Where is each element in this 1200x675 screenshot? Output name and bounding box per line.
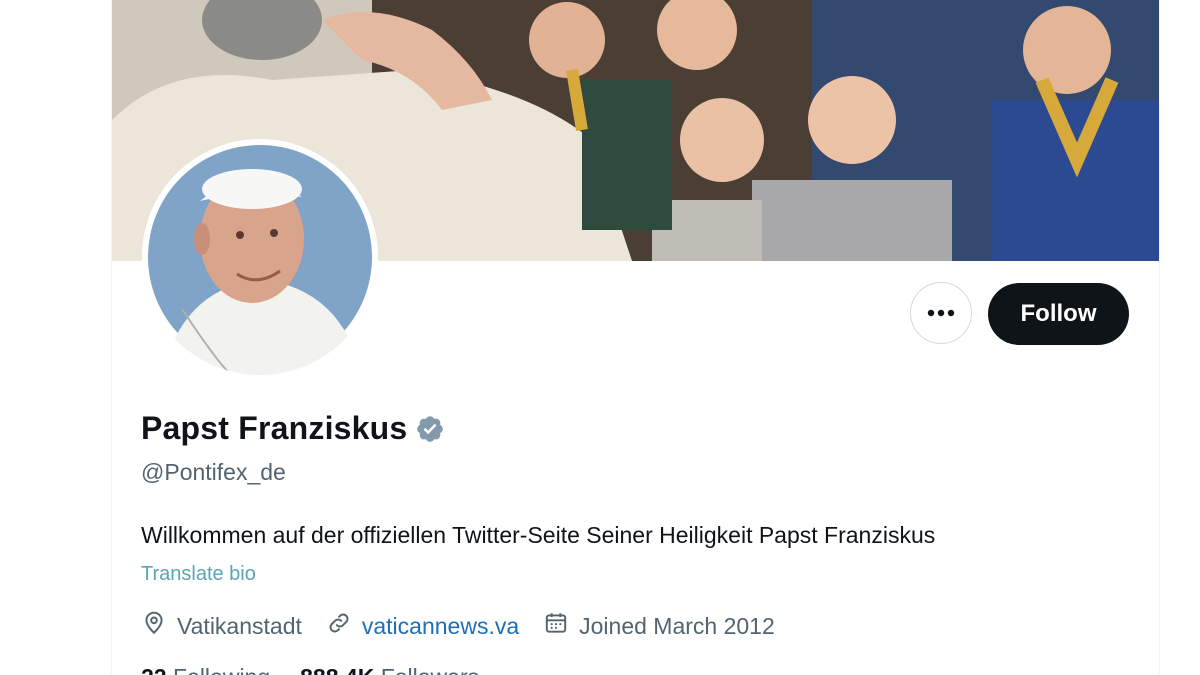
location-item: Vatikanstadt (141, 610, 302, 642)
following-stat[interactable]: 22 Following (141, 664, 270, 675)
joined-text: Joined March 2012 (579, 612, 775, 639)
translate-bio-link[interactable]: Translate bio (141, 563, 256, 586)
more-options-button[interactable] (910, 282, 972, 344)
website-item[interactable]: vaticannews.va (326, 610, 519, 642)
profile-avatar[interactable] (142, 139, 378, 375)
profile-bio: Willkommen auf der offiziellen Twitter-S… (141, 522, 936, 548)
profile-card: Follow Papst Franziskus @Pontifex_de Wil… (111, 0, 1160, 675)
joined-item: Joined March 2012 (543, 610, 775, 642)
followers-label: Followers (381, 664, 479, 675)
location-pin-icon (141, 610, 177, 642)
verified-badge-icon[interactable] (415, 414, 445, 444)
following-count: 22 (141, 664, 173, 675)
profile-handle: @Pontifex_de (141, 459, 286, 485)
following-label: Following (173, 664, 270, 675)
profile-name: Papst Franziskus (141, 410, 408, 446)
profile-meta: Vatikanstadt vaticannews.va Joined March… (141, 610, 799, 642)
link-icon (326, 610, 362, 642)
profile-stats: 22 Following 888,4K Followers (141, 664, 509, 675)
follow-button[interactable]: Follow (988, 283, 1129, 345)
profile-name-row: Papst Franziskus (141, 410, 445, 447)
more-icon (927, 304, 955, 322)
followers-count: 888,4K (300, 664, 381, 675)
website-link[interactable]: vaticannews.va (362, 613, 519, 640)
location-text: Vatikanstadt (177, 612, 302, 639)
followers-stat[interactable]: 888,4K Followers (300, 664, 479, 675)
calendar-icon (543, 610, 579, 642)
